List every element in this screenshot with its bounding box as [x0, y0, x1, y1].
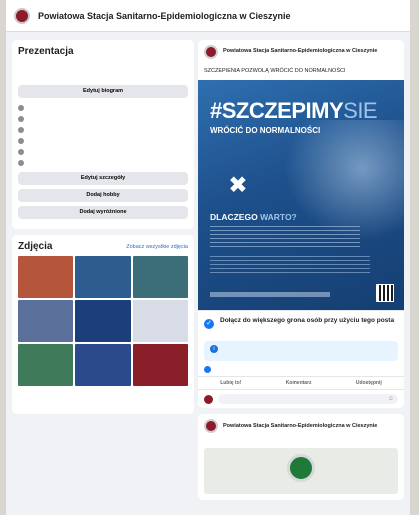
comment-composer: ☺	[198, 390, 404, 408]
intro-title: Prezentacja	[18, 46, 74, 57]
info-row-hours	[18, 146, 188, 157]
info-row-rating	[18, 157, 188, 168]
facebook-page-screen: Powiatowa Stacja Sanitarno-Epidemiologic…	[6, 0, 410, 515]
flag-icon	[18, 104, 24, 111]
info-icon: i	[210, 345, 218, 354]
why-b: WARTO?	[260, 212, 297, 222]
post-actions: Lubię to! Komentarz Udostępnij	[198, 376, 404, 391]
photo-thumbnail[interactable]	[18, 344, 74, 386]
poster-facts-text	[210, 256, 370, 276]
vaccination-poster[interactable]: #SZCZEPIMYSIE WRÓCIĆ DO NORMALNOŚCI ✚ DL…	[198, 80, 404, 310]
reactions-summary[interactable]	[198, 363, 404, 376]
photo-thumbnail[interactable]	[132, 300, 188, 342]
post-text	[198, 440, 404, 444]
photo-grid	[18, 256, 188, 386]
covid-info-banner[interactable]: i	[204, 341, 398, 362]
post-header: Powiatowa Stacja Sanitarno-Epidemiologic…	[198, 40, 404, 61]
share-button[interactable]: Udostępnij	[356, 380, 382, 386]
intro-description	[18, 61, 188, 81]
comment-button[interactable]: Komentarz	[286, 380, 312, 386]
photo-thumbnail[interactable]	[132, 256, 188, 298]
join-promo-text: Dołącz do większego grona osób przy użyc…	[220, 317, 394, 333]
feed-post: Powiatowa Stacja Sanitarno-Epidemiologic…	[198, 40, 404, 409]
page-header: Powiatowa Stacja Sanitarno-Epidemiologic…	[6, 0, 410, 32]
post-image[interactable]	[204, 448, 398, 495]
emblem-icon	[287, 454, 315, 483]
poster-body-text	[210, 226, 360, 248]
hashtag-main: #SZCZEPIMY	[210, 98, 344, 123]
add-featured-button[interactable]: Dodaj wyróżnione	[18, 206, 188, 219]
check-icon: ✓	[204, 319, 214, 329]
poster-contact-line	[210, 292, 330, 297]
right-column: Powiatowa Stacja Sanitarno-Epidemiologic…	[198, 40, 404, 501]
photo-thumbnail[interactable]	[18, 256, 74, 298]
edit-bio-button[interactable]: Edytuj biogram	[18, 85, 188, 98]
poster-background	[284, 120, 404, 240]
join-promo[interactable]: ✓ Dołącz do większego grona osób przy uż…	[198, 310, 404, 339]
plus-icon: ✚	[222, 169, 253, 201]
avatar[interactable]	[204, 419, 218, 434]
post-author[interactable]: Powiatowa Stacja Sanitarno-Epidemiologic…	[223, 48, 377, 55]
link-icon	[18, 115, 24, 122]
info-row-email[interactable]	[18, 113, 188, 124]
page-logo[interactable]	[14, 7, 30, 24]
message-icon	[18, 126, 24, 133]
photo-thumbnail[interactable]	[75, 344, 131, 386]
link-icon	[18, 137, 24, 144]
hashtag-suffix: SIE	[343, 98, 378, 123]
edit-details-button[interactable]: Edytuj szczegóły	[18, 172, 188, 185]
join-description	[220, 327, 394, 333]
post-text: SZCZEPIENIA POZWOLĄ WRÓCIĆ DO NORMALNOŚC…	[204, 68, 346, 74]
see-all-photos-link[interactable]: Zobacz wszystkie zdjęcia	[126, 244, 188, 250]
qr-code-icon	[376, 284, 394, 302]
photo-thumbnail[interactable]	[75, 300, 131, 342]
intro-card: Prezentacja Edytuj biogram Edytuj szczeg…	[12, 40, 194, 229]
page-footer-links	[18, 390, 188, 408]
info-row-category	[18, 102, 188, 113]
feed-post-second: Powiatowa Stacja Sanitarno-Epidemiologic…	[198, 414, 404, 501]
page-name[interactable]: Powiatowa Stacja Sanitarno-Epidemiologic…	[38, 11, 291, 21]
left-column: Prezentacja Edytuj biogram Edytuj szczeg…	[12, 40, 194, 420]
join-title: Dołącz do większego grona osób przy użyc…	[220, 317, 395, 324]
poster-why: DLACZEGO WARTO?	[210, 212, 297, 222]
subline-main: WRÓCIĆ DO NORMALNOŚCI	[210, 126, 321, 135]
clock-icon	[18, 148, 24, 155]
poster-subline: WRÓCIĆ DO NORMALNOŚCI	[210, 126, 320, 135]
avatar	[204, 394, 213, 404]
star-icon	[18, 159, 24, 166]
like-reaction-icon	[204, 366, 211, 374]
photo-thumbnail[interactable]	[18, 300, 74, 342]
photos-title: Zdjęcia	[18, 241, 53, 252]
why-a: DLACZEGO	[210, 212, 258, 222]
emoji-icon[interactable]: ☺	[388, 396, 394, 402]
post-header: Powiatowa Stacja Sanitarno-Epidemiologic…	[198, 414, 404, 435]
post-author[interactable]: Powiatowa Stacja Sanitarno-Epidemiologic…	[223, 423, 377, 430]
photos-header: Zdjęcia Zobacz wszystkie zdjęcia	[18, 241, 188, 252]
photo-thumbnail[interactable]	[75, 256, 131, 298]
poster-hashtag: #SZCZEPIMYSIE	[210, 98, 378, 124]
avatar[interactable]	[204, 45, 218, 59]
like-button[interactable]: Lubię to!	[220, 380, 241, 386]
add-hobby-button[interactable]: Dodaj hobby	[18, 189, 188, 202]
post-image-caption	[204, 485, 398, 491]
photo-thumbnail[interactable]	[132, 344, 188, 386]
photos-card: Zdjęcia Zobacz wszystkie zdjęcia	[12, 235, 194, 414]
info-row-website[interactable]	[18, 135, 188, 146]
info-row-message[interactable]	[18, 124, 188, 135]
comment-input[interactable]	[218, 394, 398, 405]
